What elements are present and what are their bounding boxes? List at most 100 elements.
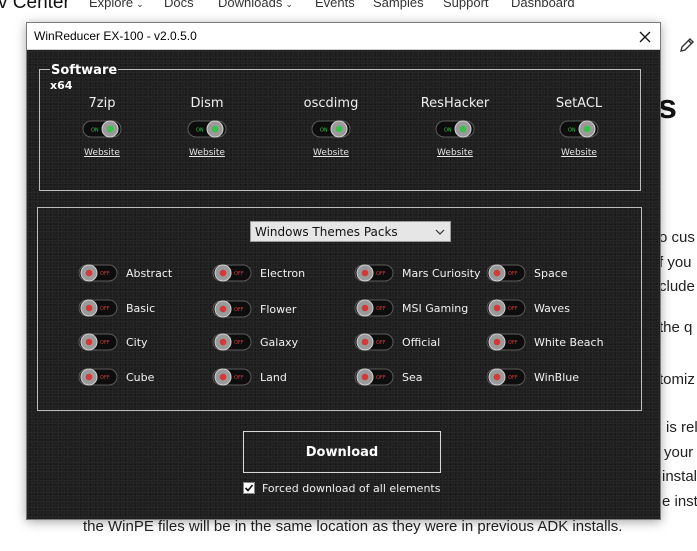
background-nav: v Center Explore ⌄ Docs Downloads ⌄ Events… (0, 0, 697, 14)
forced-download-checkbox[interactable]: Forced download of all elements (243, 480, 440, 496)
svg-text:OFF: OFF (508, 340, 518, 346)
toggle-off-icon: OFF (212, 368, 252, 386)
theme-label: Sea (402, 370, 423, 384)
toggle-off-icon: OFF (212, 300, 252, 318)
software-name: oscdimg (303, 96, 359, 111)
nav-downloads[interactable]: Downloads ⌄ (218, 0, 293, 10)
theme-label: Cube (126, 370, 155, 384)
pencil-icon[interactable] (678, 36, 696, 54)
text-fragment: e insta (662, 493, 697, 510)
text-fragment: your (664, 444, 694, 461)
theme-label: Official (402, 335, 441, 349)
software-name: SetACL (555, 96, 603, 111)
close-icon (639, 31, 651, 42)
theme-toggle-space[interactable]: OFF Space (486, 262, 568, 284)
svg-text:ON: ON (196, 128, 204, 134)
nav-events[interactable]: Events (315, 0, 355, 10)
dialog-body: Software x64 7zip ON Website Dism ON Web… (27, 50, 660, 519)
theme-label: Flower (260, 302, 297, 316)
toggle-off-icon: OFF (212, 333, 252, 351)
toggle-on-icon[interactable]: ON (435, 118, 475, 140)
nav-docs[interactable]: Docs (164, 0, 194, 10)
themes-group: Windows Themes Packs OFF Abstract OFF Ba… (37, 207, 642, 411)
theme-toggle-mars-curiosity[interactable]: OFF Mars Curiosity (354, 262, 481, 284)
software-item-oscdimg: oscdimg ON Website (286, 96, 376, 159)
toggle-on-icon[interactable]: ON (311, 118, 351, 140)
theme-toggle-basic[interactable]: OFF Basic (78, 297, 155, 319)
chevron-down-icon: ⌄ (285, 0, 293, 9)
theme-toggle-msi-gaming[interactable]: OFF MSI Gaming (354, 297, 468, 319)
svg-text:OFF: OFF (100, 271, 110, 277)
text-fragment: clude (659, 278, 695, 295)
close-button[interactable] (630, 23, 660, 50)
toggle-on-icon[interactable]: ON (187, 118, 227, 140)
software-group: Software x64 7zip ON Website Dism ON Web… (39, 64, 641, 191)
text-fragment: instal (662, 468, 697, 485)
chevron-down-icon (430, 222, 450, 241)
toggle-off-icon: OFF (78, 264, 118, 282)
svg-text:OFF: OFF (100, 306, 110, 312)
download-button[interactable]: Download (243, 431, 441, 473)
themes-dropdown[interactable]: Windows Themes Packs (250, 221, 451, 242)
toggle-on-icon[interactable]: ON (559, 118, 599, 140)
svg-text:ON: ON (91, 128, 99, 134)
toggle-on-icon[interactable]: ON (82, 118, 122, 140)
theme-toggle-abstract[interactable]: OFF Abstract (78, 262, 172, 284)
title-bar[interactable]: WinReducer EX-100 - v2.0.5.0 (27, 23, 660, 50)
theme-label: Mars Curiosity (402, 266, 481, 280)
theme-label: Space (534, 266, 568, 280)
website-link[interactable]: Website (84, 148, 120, 158)
theme-toggle-winblue[interactable]: OFF WinBlue (486, 366, 579, 388)
text-fragment: f you (659, 254, 692, 271)
svg-text:OFF: OFF (508, 375, 518, 381)
toggle-off-icon: OFF (354, 264, 394, 282)
site-brand: v Center (0, 0, 70, 13)
nav-support[interactable]: Support (443, 0, 489, 10)
theme-toggle-official[interactable]: OFF Official (354, 331, 440, 353)
nav-explore[interactable]: Explore ⌄ (89, 0, 144, 10)
toggle-off-icon: OFF (354, 333, 394, 351)
bottom-text-line: the WinPE files will be in the same loca… (83, 518, 623, 535)
theme-toggle-electron[interactable]: OFF Electron (212, 262, 305, 284)
svg-text:OFF: OFF (376, 306, 386, 312)
theme-toggle-sea[interactable]: OFF Sea (354, 366, 423, 388)
theme-label: Electron (260, 266, 306, 280)
theme-toggle-galaxy[interactable]: OFF Galaxy (212, 331, 298, 353)
nav-dashboard[interactable]: Dashboard (511, 0, 575, 10)
checkbox[interactable] (243, 482, 255, 494)
svg-text:OFF: OFF (376, 375, 386, 381)
svg-text:OFF: OFF (234, 271, 244, 277)
software-item-reshacker: ResHacker ON Website (410, 96, 500, 159)
theme-toggle-cube[interactable]: OFF Cube (78, 366, 154, 388)
toggle-off-icon: OFF (78, 299, 118, 317)
theme-toggle-white-beach[interactable]: OFF White Beach (486, 331, 604, 353)
website-link[interactable]: Website (313, 148, 349, 158)
toggle-off-icon: OFF (486, 299, 526, 317)
toggle-off-icon: OFF (212, 264, 252, 282)
website-link[interactable]: Website (561, 148, 597, 158)
software-group-title: Software (50, 63, 119, 78)
svg-text:OFF: OFF (376, 340, 386, 346)
text-fragment: is rel (666, 419, 697, 436)
dropdown-value: Windows Themes Packs (255, 224, 398, 239)
theme-toggle-flower[interactable]: OFF Flower (212, 298, 296, 320)
theme-toggle-waves[interactable]: OFF Waves (486, 297, 570, 319)
toggle-off-icon: OFF (78, 333, 118, 351)
nav-samples[interactable]: Samples (373, 0, 424, 10)
software-item-7zip: 7zip ON Website (57, 96, 147, 159)
theme-toggle-city[interactable]: OFF City (78, 331, 148, 353)
checkmark-icon (244, 484, 254, 492)
theme-label: City (126, 335, 148, 349)
theme-label: Waves (534, 301, 570, 315)
theme-label: White Beach (534, 335, 604, 349)
theme-toggle-land[interactable]: OFF Land (212, 366, 287, 388)
software-item-dism: Dism ON Website (162, 96, 252, 159)
website-link[interactable]: Website (437, 148, 473, 158)
svg-text:ON: ON (320, 128, 328, 134)
theme-label: WinBlue (534, 370, 580, 384)
website-link[interactable]: Website (189, 148, 225, 158)
software-name: 7zip (88, 96, 116, 111)
winreducer-window: WinReducer EX-100 - v2.0.5.0 Software x6… (26, 22, 661, 520)
software-name: ResHacker (420, 96, 490, 111)
svg-text:OFF: OFF (234, 375, 244, 381)
